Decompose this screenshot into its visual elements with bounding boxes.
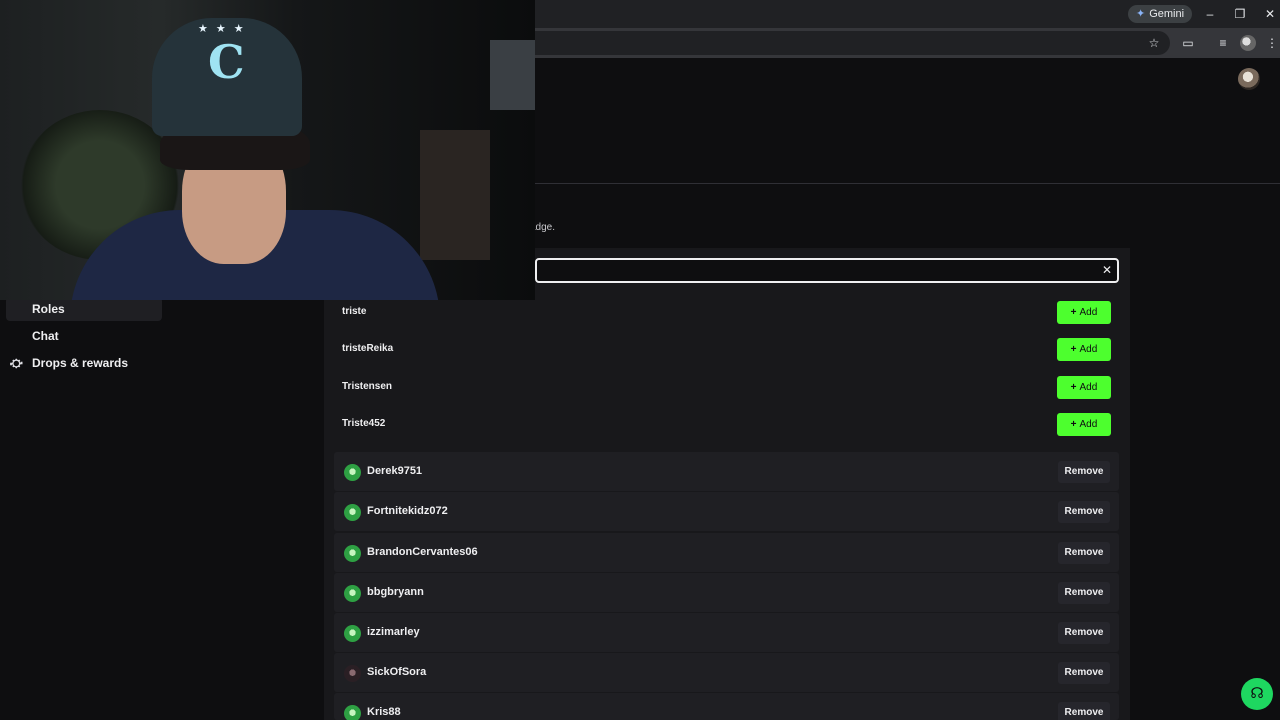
add-button[interactable]: + Add (1057, 338, 1111, 361)
profile-icon[interactable] (1240, 35, 1256, 51)
sidebar-item-label: Roles (32, 302, 65, 316)
headset-icon: ☊ (1250, 685, 1264, 702)
vip-row: SickOfSora Remove (334, 653, 1119, 692)
gemini-label: Gemini (1149, 8, 1185, 20)
sidebar-item-label: Drops & rewards (32, 356, 129, 370)
vip-username: bbgbryann (367, 586, 424, 598)
vip-avatar (344, 585, 361, 602)
vip-avatar (344, 705, 361, 720)
add-label: Add (1079, 307, 1098, 318)
search-result-row: tristeReika + Add (342, 338, 1112, 362)
webcam-shelf (420, 130, 490, 260)
search-result-row: Tristensen + Add (342, 376, 1112, 400)
vip-avatar (344, 504, 361, 521)
address-bar[interactable] (520, 31, 1170, 55)
plus-icon: + (1070, 344, 1077, 355)
add-label: Add (1079, 382, 1098, 393)
add-button[interactable]: + Add (1057, 376, 1111, 399)
cap-logo-icon: C (208, 35, 245, 89)
gemini-spark-icon: ✦ (1136, 8, 1146, 20)
result-username: Tristensen (342, 381, 393, 392)
close-window-button[interactable]: ✕ (1262, 6, 1278, 22)
vip-username: SickOfSora (367, 666, 427, 678)
vip-username: BrandonCervantes06 (367, 546, 478, 558)
sidebar-item-chat[interactable]: Chat (6, 324, 162, 348)
search-result-row: Triste452 + Add (342, 413, 1112, 437)
clear-search-button[interactable]: ✕ (1100, 262, 1114, 278)
gemini-button[interactable]: ✦ Gemini (1128, 5, 1193, 23)
plus-icon: + (1070, 382, 1077, 393)
sidebar-item-roles[interactable]: Roles (6, 297, 162, 321)
vip-avatar (344, 464, 361, 481)
minimize-button[interactable]: – (1202, 6, 1218, 22)
vip-row: Fortnitekidz072 Remove (334, 492, 1119, 531)
sidebar-item-label: Chat (32, 329, 59, 343)
sidebar-item-drops-rewards[interactable]: ⛮ Drops & rewards (6, 351, 162, 375)
search-input[interactable] (535, 258, 1119, 283)
vip-avatar (344, 665, 361, 682)
webcam-background-window (490, 40, 535, 110)
remove-button[interactable]: Remove (1058, 582, 1110, 604)
remove-button[interactable]: Remove (1058, 501, 1110, 523)
vip-row: izzimarley Remove (334, 613, 1119, 652)
restore-button[interactable]: ❐ (1232, 6, 1248, 22)
vip-row: BrandonCervantes06 Remove (334, 533, 1119, 572)
star-icon[interactable]: ☆ (1146, 35, 1162, 51)
vip-row: bbgbryann Remove (334, 573, 1119, 612)
add-label: Add (1079, 419, 1098, 430)
cap-stars-icon: ★★★ (198, 23, 252, 35)
remove-button[interactable]: Remove (1058, 542, 1110, 564)
tab-search-icon[interactable]: ≡ (1215, 35, 1231, 51)
remove-button[interactable]: Remove (1058, 622, 1110, 644)
add-button[interactable]: + Add (1057, 301, 1111, 324)
remove-button[interactable]: Remove (1058, 702, 1110, 720)
vip-avatar (344, 625, 361, 642)
vip-row: Derek9751 Remove (334, 452, 1119, 491)
gift-icon: ⛮ (10, 356, 23, 370)
help-button[interactable]: ☊ (1241, 678, 1273, 710)
user-avatar[interactable] (1238, 68, 1260, 90)
result-username: Triste452 (342, 418, 386, 429)
cast-icon[interactable]: ▭ (1180, 35, 1196, 51)
vip-avatar (344, 545, 361, 562)
result-username: tristeReika (342, 343, 394, 354)
add-button[interactable]: + Add (1057, 413, 1111, 436)
result-username: triste (342, 306, 367, 317)
vip-username: Derek9751 (367, 465, 423, 477)
vip-username: Kris88 (367, 706, 401, 718)
webcam-overlay: ★★★ C (0, 0, 535, 300)
remove-button[interactable]: Remove (1058, 461, 1110, 483)
plus-icon: + (1070, 307, 1077, 318)
plus-icon: + (1070, 419, 1077, 430)
remove-button[interactable]: Remove (1058, 662, 1110, 684)
menu-icon[interactable]: ⋮ (1264, 35, 1280, 51)
vip-row: Kris88 Remove (334, 693, 1119, 720)
add-label: Add (1079, 344, 1098, 355)
search-result-row: triste + Add (342, 301, 1112, 325)
vip-username: izzimarley (367, 626, 420, 638)
vip-username: Fortnitekidz072 (367, 505, 448, 517)
